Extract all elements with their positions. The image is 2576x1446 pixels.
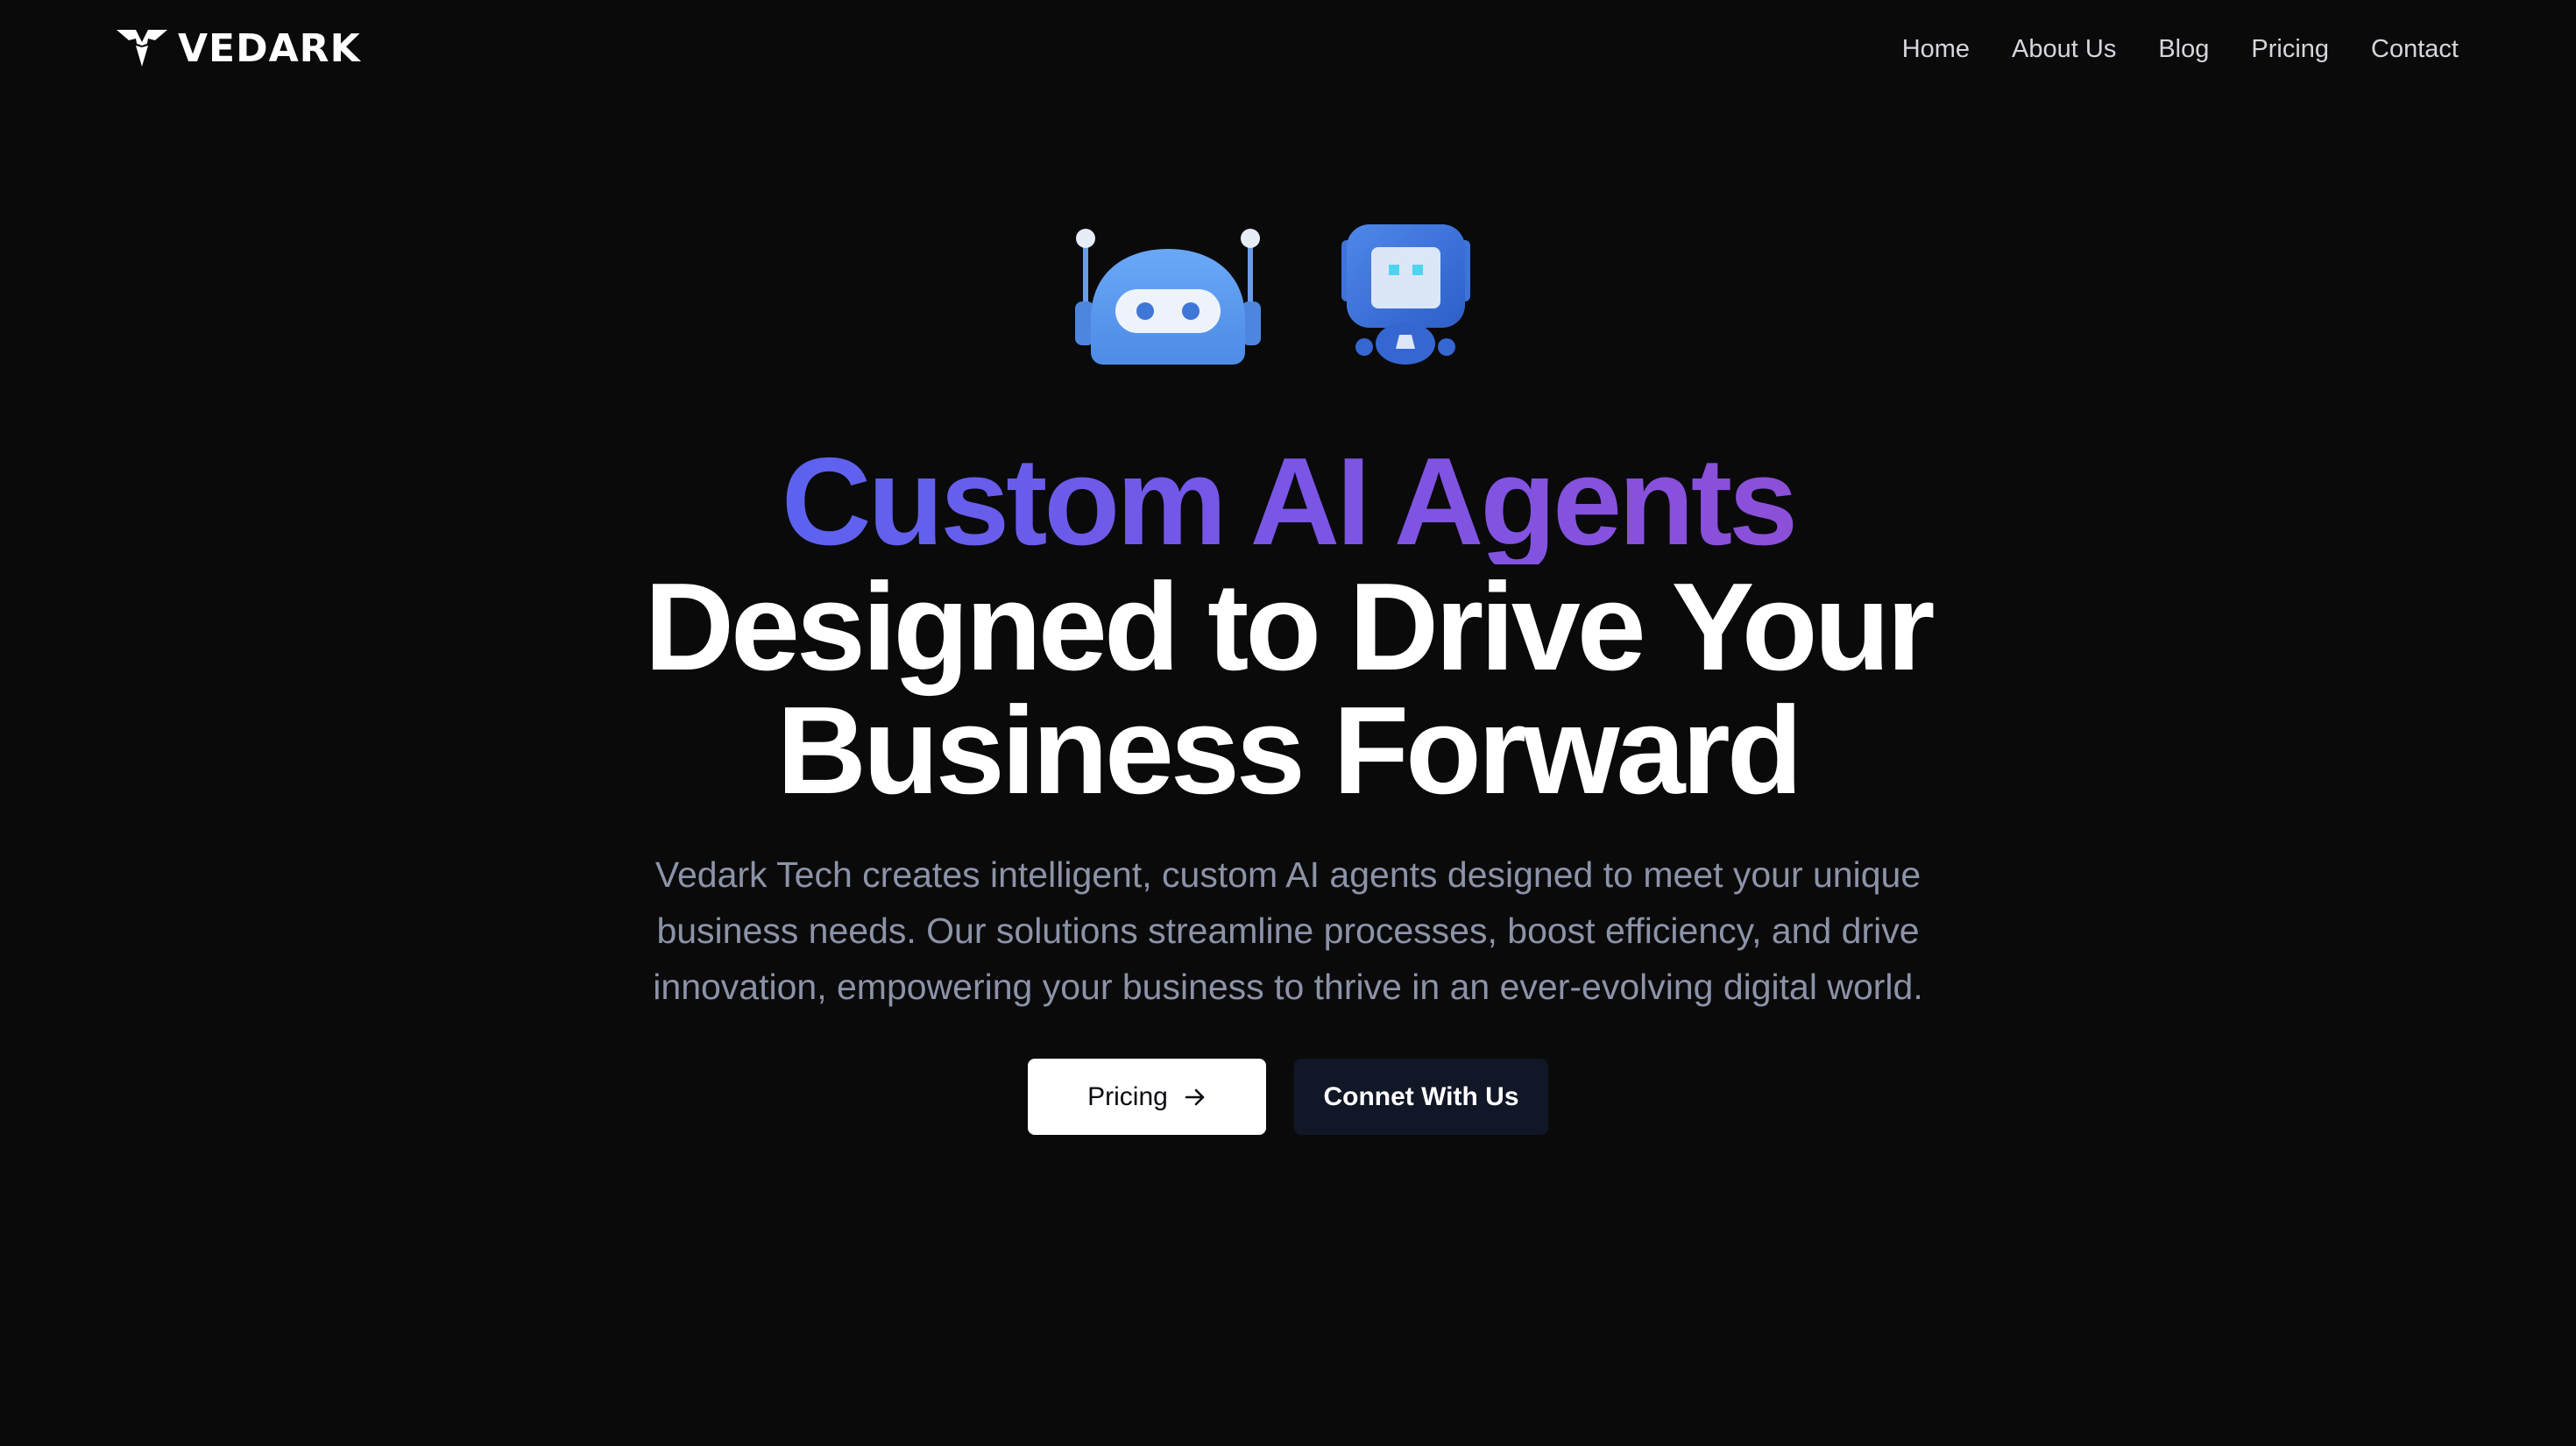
pricing-button-label: Pricing	[1087, 1081, 1168, 1111]
arrow-right-icon	[1185, 1088, 1205, 1105]
headline-gradient: Custom AI Agents	[775, 440, 1801, 564]
nav-pricing[interactable]: Pricing	[2251, 30, 2329, 68]
nav-home[interactable]: Home	[1902, 30, 1970, 68]
nav-contact[interactable]: Contact	[2371, 30, 2459, 68]
site-header: VEDARK Home About Us Blog Pricing Contac…	[0, 0, 2576, 98]
screen-robot-icon	[1341, 224, 1470, 365]
nav-about-us[interactable]: About Us	[2012, 30, 2116, 68]
connect-button-label: Connet With Us	[1323, 1081, 1519, 1111]
brand-logo[interactable]: VEDARK	[117, 23, 361, 75]
headline-line-2: Designed to Drive Your	[644, 557, 1935, 697]
hero-description: Vedark Tech creates intelligent, custom …	[653, 854, 1923, 1007]
vedark-v-logo-icon	[117, 30, 167, 70]
brand-name: VEDARK	[178, 26, 361, 71]
connect-with-us-button[interactable]: Connet With Us	[1294, 1059, 1548, 1135]
headline-line-3: Business Forward	[776, 681, 1803, 820]
main-nav: Home About Us Blog Pricing Contact	[1902, 30, 2459, 68]
antenna-robot-icon	[1075, 229, 1261, 365]
pricing-button[interactable]: Pricing	[1028, 1059, 1266, 1135]
landing-page: VEDARK Home About Us Blog Pricing Contac…	[0, 0, 2576, 1446]
nav-blog[interactable]: Blog	[2158, 30, 2209, 68]
